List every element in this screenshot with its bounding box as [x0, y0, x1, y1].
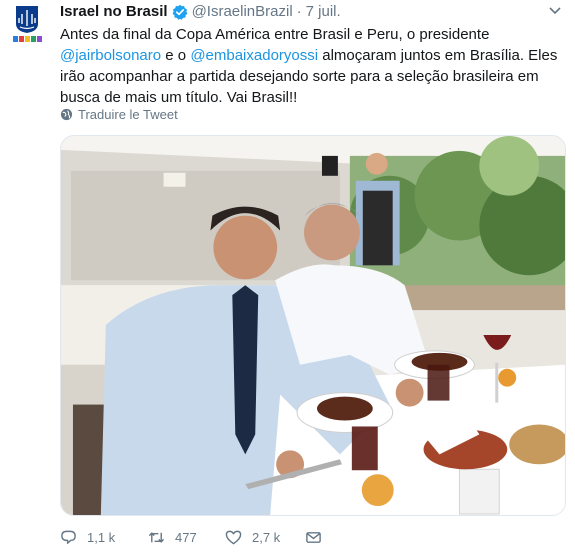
tweet-text: Antes da final da Copa América entre Bra…: [60, 24, 560, 108]
separator-dot: ·: [296, 3, 302, 20]
retweet-icon: [148, 531, 165, 543]
photo-lunch-table: [61, 136, 565, 515]
translate-tweet-link[interactable]: Traduire le Tweet: [60, 107, 178, 122]
tweet-text-part2: e o: [161, 47, 191, 64]
tweet-actions: 1,1 k 477 2,7 k: [60, 527, 380, 547]
translate-label: Traduire le Tweet: [78, 107, 178, 122]
retweet-button[interactable]: 477: [148, 527, 225, 547]
direct-message-button[interactable]: [305, 527, 345, 547]
like-button[interactable]: 2,7 k: [225, 527, 305, 547]
like-count: 2,7 k: [252, 529, 281, 545]
retweet-count: 477: [175, 529, 197, 545]
reply-icon: [61, 530, 76, 544]
heart-icon: [225, 530, 242, 544]
reply-count: 1,1 k: [87, 529, 116, 545]
reply-button[interactable]: 1,1 k: [60, 527, 148, 547]
israel-emblem-icon: [16, 6, 38, 33]
account-handle[interactable]: @IsraelinBrazil: [192, 3, 293, 21]
flag-strip: [12, 36, 42, 42]
account-avatar[interactable]: [12, 4, 42, 52]
mention-link[interactable]: @embaixadoryossi: [190, 47, 318, 64]
chevron-down-icon[interactable]: [549, 7, 561, 15]
tweet-header: Israel no Brasil @IsraelinBrazil · 7 jui…: [60, 3, 341, 21]
globe-icon: [60, 108, 73, 121]
account-name[interactable]: Israel no Brasil: [60, 3, 168, 21]
envelope-icon: [306, 531, 321, 543]
mention-link[interactable]: @jairbolsonaro: [60, 47, 161, 64]
tweet-text-part1: Antes da final da Copa América entre Bra…: [60, 26, 490, 43]
verified-badge-icon: [172, 4, 187, 20]
tweet-photo[interactable]: [60, 135, 566, 516]
tweet-date[interactable]: 7 juil.: [306, 3, 341, 21]
